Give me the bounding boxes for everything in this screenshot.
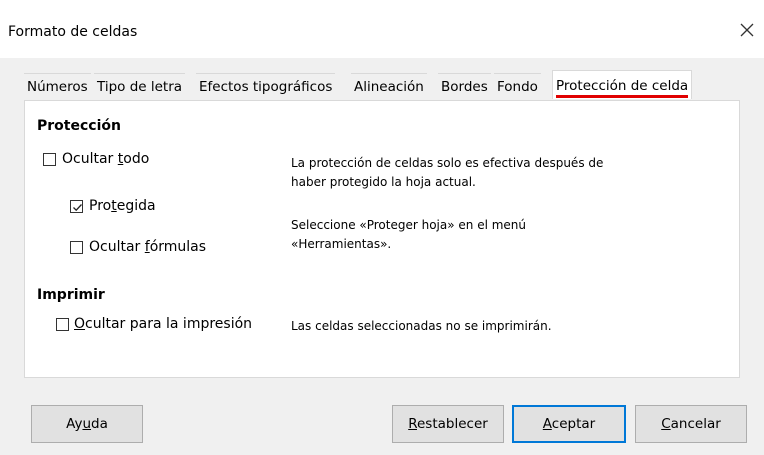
info-protect-sheet: Seleccione «Proteger hoja» en el menú «H… [291, 216, 526, 254]
tab-label: Protección de celda [556, 78, 689, 98]
label-ocultar-todo[interactable]: Ocultar todo [62, 151, 149, 167]
reset-button[interactable]: Restablecer [392, 405, 504, 443]
label-ocultar-impresion[interactable]: Ocultar para la impresión [74, 316, 252, 332]
info-line: Seleccione «Proteger hoja» en el menú [291, 218, 527, 232]
info-no-print: Las celdas seleccionadas no se imprimirá… [291, 319, 552, 333]
info-line: La protección de celdas solo es efectiva… [291, 156, 604, 170]
tab-label: Alineación [354, 79, 424, 95]
checkmark-icon [73, 204, 82, 212]
checkbox-protegida[interactable] [70, 200, 83, 213]
tab-alineacion[interactable]: Alineación [351, 73, 427, 100]
label-ocultar-formulas[interactable]: Ocultar fórmulas [89, 239, 206, 255]
tab-label: Fondo [497, 79, 538, 95]
tab-fondo[interactable]: Fondo [494, 73, 541, 100]
section-title-proteccion: Protección [37, 118, 121, 134]
tab-label: Tipo de letra [97, 79, 183, 95]
dialog-title: Formato de celdas [8, 24, 138, 40]
title-bar: Formato de celdas [0, 8, 764, 58]
tab-bordes[interactable]: Bordes [438, 73, 491, 100]
close-icon[interactable] [736, 20, 758, 42]
section-title-imprimir: Imprimir [37, 287, 105, 303]
help-button[interactable]: Ayuda [31, 405, 143, 443]
checkbox-ocultar-formulas[interactable] [70, 241, 83, 254]
info-line: haber protegido la hoja actual. [291, 175, 476, 189]
tab-panel: Protección Ocultar todo Protegida Oculta… [24, 100, 740, 378]
checkbox-ocultar-impresion[interactable] [56, 318, 69, 331]
tab-label: Bordes [441, 79, 488, 95]
tab-numeros[interactable]: Números [24, 73, 91, 100]
tab-label: Números [27, 79, 88, 95]
ok-button[interactable]: Aceptar [512, 405, 626, 443]
info-protection-effective: La protección de celdas solo es efectiva… [291, 154, 603, 192]
tab-label: Efectos tipográficos [199, 79, 333, 95]
checkbox-ocultar-todo[interactable] [43, 153, 56, 166]
tab-tipo-de-letra[interactable]: Tipo de letra [94, 73, 186, 100]
tab-efectos-tipograficos[interactable]: Efectos tipográficos [196, 73, 336, 100]
tab-proteccion-de-celda[interactable]: Protección de celda [552, 70, 693, 99]
top-strip [0, 0, 764, 8]
cancel-button[interactable]: Cancelar [635, 405, 747, 443]
info-line: «Herramientas». [291, 237, 392, 251]
label-protegida[interactable]: Protegida [89, 198, 156, 214]
